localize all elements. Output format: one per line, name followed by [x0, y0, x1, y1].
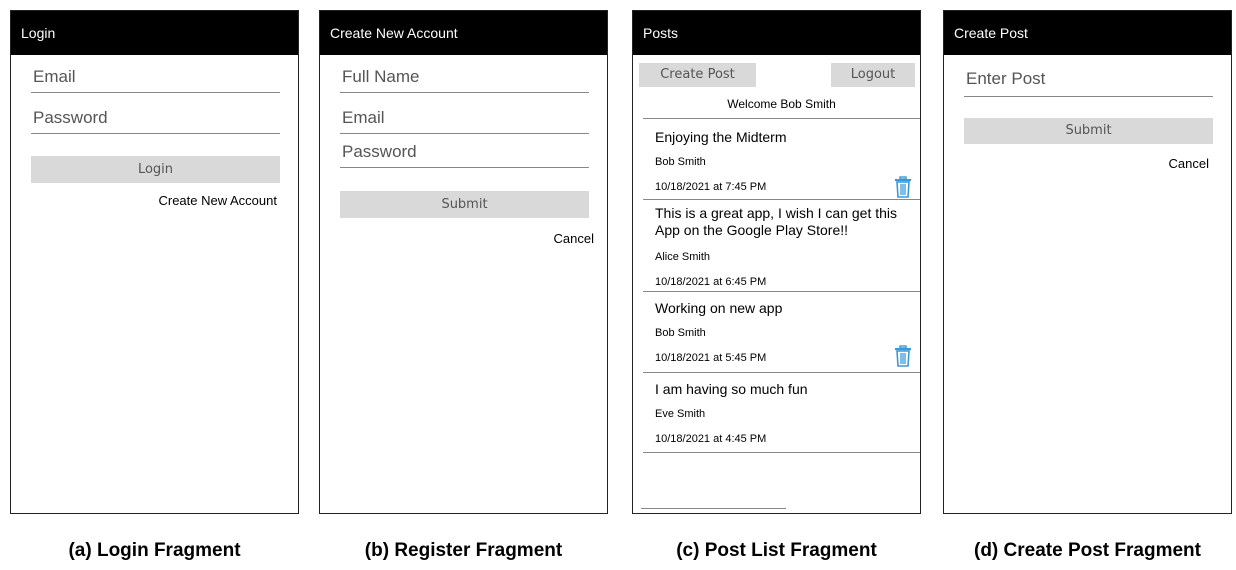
- post-author: Alice Smith: [655, 251, 711, 263]
- register-screen: Create New Account Full Name Email Passw…: [319, 10, 608, 514]
- scroll-indicator: [641, 508, 786, 509]
- email-field[interactable]: Email: [31, 67, 280, 93]
- create-post-screen: Create Post Enter Post Submit Cancel: [943, 10, 1232, 514]
- post-item[interactable]: Working on new app Bob Smith 10/18/2021 …: [643, 292, 920, 372]
- fullname-field[interactable]: Full Name: [340, 67, 589, 93]
- register-password-field[interactable]: Password: [340, 142, 589, 168]
- trash-icon[interactable]: [894, 345, 912, 367]
- post-divider: [643, 452, 920, 453]
- post-date: 10/18/2021 at 5:45 PM: [655, 352, 767, 364]
- post-title: Enjoying the Midterm: [655, 129, 787, 145]
- login-header: Login: [11, 11, 298, 55]
- post-author: Bob Smith: [655, 156, 706, 168]
- post-item[interactable]: Enjoying the Midterm Bob Smith 10/18/202…: [643, 119, 920, 199]
- login-screen: Login Email Password Login Create New Ac…: [10, 10, 299, 514]
- post-author: Eve Smith: [655, 408, 706, 420]
- create-post-submit-button[interactable]: Submit: [964, 118, 1213, 144]
- create-post-header: Create Post: [944, 11, 1231, 55]
- register-email-field[interactable]: Email: [340, 108, 589, 134]
- create-post-caption: (d) Create Post Fragment: [974, 540, 1201, 561]
- post-item[interactable]: This is a great app, I wish I can get th…: [643, 200, 920, 291]
- create-account-link[interactable]: Create New Account: [158, 193, 277, 208]
- posts-header: Posts: [633, 11, 920, 55]
- login-button[interactable]: Login: [31, 156, 280, 183]
- posts-caption: (c) Post List Fragment: [676, 540, 877, 561]
- register-submit-button[interactable]: Submit: [340, 191, 589, 218]
- login-caption: (a) Login Fragment: [68, 540, 241, 561]
- post-title: This is a great app, I wish I can get th…: [655, 205, 898, 238]
- post-date: 10/18/2021 at 6:45 PM: [655, 276, 767, 288]
- password-field[interactable]: Password: [31, 108, 280, 134]
- register-cancel-link[interactable]: Cancel: [554, 231, 594, 246]
- welcome-text: Welcome Bob Smith: [727, 97, 836, 111]
- post-input[interactable]: Enter Post: [964, 69, 1213, 97]
- post-title: I am having so much fun: [655, 381, 808, 397]
- logout-button[interactable]: Logout: [831, 63, 915, 87]
- create-post-button[interactable]: Create Post: [639, 63, 756, 87]
- post-item[interactable]: I am having so much fun Eve Smith 10/18/…: [643, 373, 920, 452]
- create-post-cancel-link[interactable]: Cancel: [1169, 156, 1209, 171]
- post-date: 10/18/2021 at 4:45 PM: [655, 433, 767, 445]
- register-header: Create New Account: [320, 11, 607, 55]
- post-date: 10/18/2021 at 7:45 PM: [655, 181, 767, 193]
- register-caption: (b) Register Fragment: [364, 540, 563, 561]
- post-title: Working on new app: [655, 300, 783, 316]
- post-author: Bob Smith: [655, 327, 706, 339]
- trash-icon[interactable]: [894, 176, 912, 198]
- posts-screen: Posts Create Post Logout Welcome Bob Smi…: [632, 10, 921, 514]
